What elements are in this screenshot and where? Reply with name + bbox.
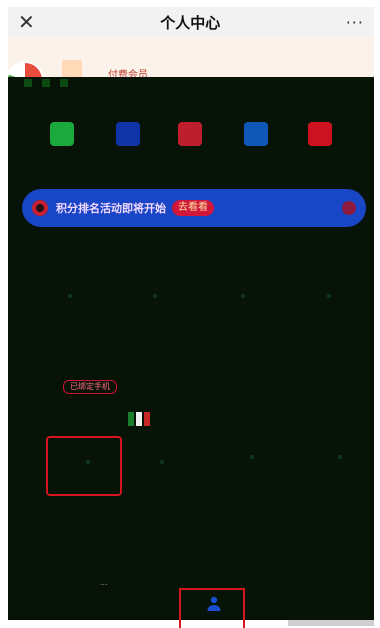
highlighted-grid-item[interactable] bbox=[46, 436, 122, 496]
profile-badge bbox=[62, 60, 82, 78]
promo-banner[interactable]: 积分排名活动即将开始 去看看 bbox=[22, 189, 366, 227]
banner-right-icon bbox=[342, 201, 356, 215]
mini-icon bbox=[42, 79, 50, 87]
flag-icon bbox=[128, 412, 150, 426]
gift-icon[interactable] bbox=[308, 122, 332, 146]
user-card-icon[interactable] bbox=[116, 122, 140, 146]
more-icon[interactable]: ··· bbox=[346, 13, 364, 32]
grid-marker bbox=[68, 294, 72, 298]
person-icon bbox=[207, 596, 221, 611]
grid-marker bbox=[153, 294, 157, 298]
grid-marker bbox=[241, 294, 245, 298]
mini-icon bbox=[60, 79, 68, 87]
top-navigation-bar: ✕ 个人中心 ··· bbox=[8, 7, 374, 37]
chat-icon[interactable] bbox=[50, 122, 74, 146]
mini-icon bbox=[24, 79, 32, 87]
page-title: 个人中心 bbox=[160, 13, 221, 32]
banner-cta[interactable]: 去看看 bbox=[172, 200, 214, 216]
grid-marker bbox=[338, 455, 342, 459]
content-panel bbox=[8, 77, 374, 620]
banner-left-icon bbox=[32, 200, 48, 216]
profile-mini-icons bbox=[24, 79, 68, 87]
grid-marker bbox=[160, 460, 164, 464]
status-badge: 已绑定手机 bbox=[63, 380, 117, 394]
home-indicator bbox=[288, 620, 374, 626]
quick-action-row bbox=[50, 122, 340, 148]
banner-text: 积分排名活动即将开始 bbox=[56, 202, 166, 215]
footer-tiny-text: ... bbox=[100, 578, 108, 587]
document-icon[interactable] bbox=[244, 122, 268, 146]
grid-marker bbox=[327, 294, 331, 298]
grid-marker bbox=[250, 455, 254, 459]
close-icon[interactable]: ✕ bbox=[18, 12, 35, 32]
printer-icon[interactable] bbox=[178, 122, 202, 146]
